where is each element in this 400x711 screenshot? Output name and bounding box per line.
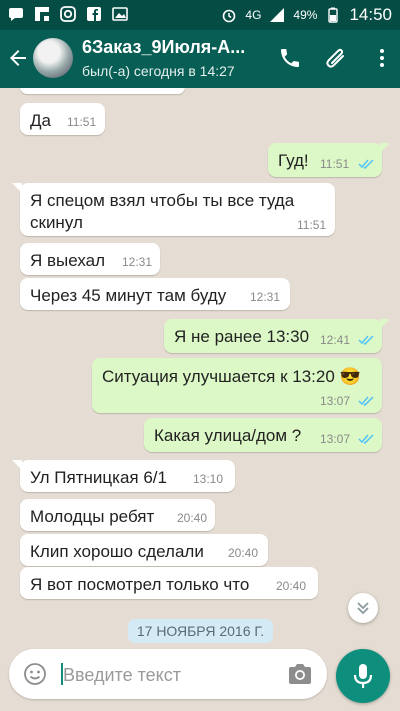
message-incoming[interactable]: Я выехал 12:31 [20, 243, 160, 275]
message-incoming[interactable]: Да 11:51 [20, 103, 105, 135]
arrow-left-icon[interactable] [6, 46, 30, 70]
last-seen-status: был(-а) сегодня в 14:27 [82, 63, 235, 79]
more-vert-icon[interactable] [370, 46, 394, 70]
message-incoming[interactable]: Молодцы ребят 20:40 [20, 499, 215, 531]
message-time: 12:31 [250, 290, 281, 304]
message-text: Ул Пятницкая 6/1 [30, 468, 167, 487]
message-time: 11:51 [297, 218, 327, 232]
alarm-icon [223, 9, 236, 23]
date-separator: 17 НОЯБРЯ 2016 Г. [128, 619, 273, 643]
message-text: Клип хорошо сделали [30, 542, 204, 561]
message-incoming[interactable]: Ул Пятницкая 6/1 13:10 [12, 460, 235, 492]
battery-percent: 49% [293, 8, 318, 22]
flipboard-icon [35, 7, 49, 21]
message-text: Молодцы ребят [30, 507, 155, 526]
paperclip-icon[interactable] [324, 46, 348, 70]
composer [9, 649, 327, 699]
text-caret [61, 663, 63, 685]
phone-icon[interactable] [278, 46, 302, 70]
instagram-icon [60, 6, 76, 22]
message-time: 20:40 [276, 579, 307, 593]
battery-icon [328, 7, 339, 23]
message-time: 11:51 [67, 115, 97, 129]
message-bubble-partial [20, 88, 185, 94]
message-text: Ситуация улучшается к 13:20 😎 [102, 367, 361, 386]
message-time: 20:40 [177, 511, 208, 525]
message-incoming[interactable]: Я спецом взял чтобы ты все туда скинул 1… [12, 183, 335, 236]
network-type: 4G [245, 8, 262, 22]
chat-header: 6Заказ_9Июля-А... был(-а) сегодня в 14:2… [0, 30, 400, 88]
message-incoming[interactable]: Через 45 минут там буду 12:31 [20, 278, 290, 310]
message-time: 12:41 [320, 333, 351, 347]
message-text: Я вот посмотрел только что [30, 575, 250, 594]
message-time: 13:07 [320, 394, 351, 408]
signal-icon [270, 8, 285, 22]
camera-icon[interactable] [287, 662, 313, 686]
message-list[interactable]: Да 11:51 Гуд! 11:51 Я спецом взял чтобы … [0, 88, 400, 643]
message-text: Через 45 минут там буду [30, 286, 227, 305]
read-ticks-icon [358, 434, 374, 444]
read-ticks-icon [358, 396, 374, 406]
message-text: Я выехал [30, 251, 106, 270]
message-time: 13:07 [320, 432, 351, 446]
avatar[interactable] [33, 38, 73, 78]
message-outgoing[interactable]: Гуд! 11:51 [268, 143, 390, 177]
message-time: 11:51 [320, 157, 350, 171]
message-text: Какая улица/дом ? [154, 426, 302, 445]
message-time: 20:40 [228, 546, 259, 560]
sunglasses-emoji: 😎 [339, 367, 361, 386]
read-ticks-icon [358, 159, 374, 169]
message-outgoing[interactable]: Я не ранее 13:30 12:41 [164, 319, 390, 353]
gallery-icon [112, 7, 128, 21]
microphone-icon [353, 664, 373, 688]
message-outgoing[interactable]: Ситуация улучшается к 13:20 😎 13:07 [92, 358, 382, 413]
read-ticks-icon [358, 335, 374, 345]
message-time: 12:31 [122, 255, 153, 269]
contact-name[interactable]: 6Заказ_9Июля-А... [82, 37, 262, 58]
message-outgoing[interactable]: Какая улица/дом ? 13:07 [144, 418, 382, 452]
message-text: Гуд! [278, 151, 309, 170]
clock: 14:50 [349, 5, 392, 24]
microphone-button[interactable] [336, 649, 390, 703]
message-incoming[interactable]: Я вот посмотрел только что 20:40 [20, 567, 318, 599]
message-text-line2: скинул [30, 213, 83, 232]
status-bar: 4G 49% 14:50 [0, 0, 400, 30]
message-text: Я спецом взял чтобы ты все туда [30, 191, 295, 210]
message-time: 13:10 [193, 472, 224, 486]
message-icon [9, 8, 23, 21]
scroll-to-bottom-button[interactable] [348, 593, 378, 623]
message-input[interactable] [61, 659, 280, 691]
smiley-icon[interactable] [23, 662, 47, 686]
message-text: Да [30, 111, 51, 130]
chevron-down-double-icon [357, 602, 369, 615]
facebook-icon [87, 7, 101, 21]
message-text: Я не ранее 13:30 [174, 327, 310, 346]
message-incoming[interactable]: Клип хорошо сделали 20:40 [20, 534, 268, 566]
